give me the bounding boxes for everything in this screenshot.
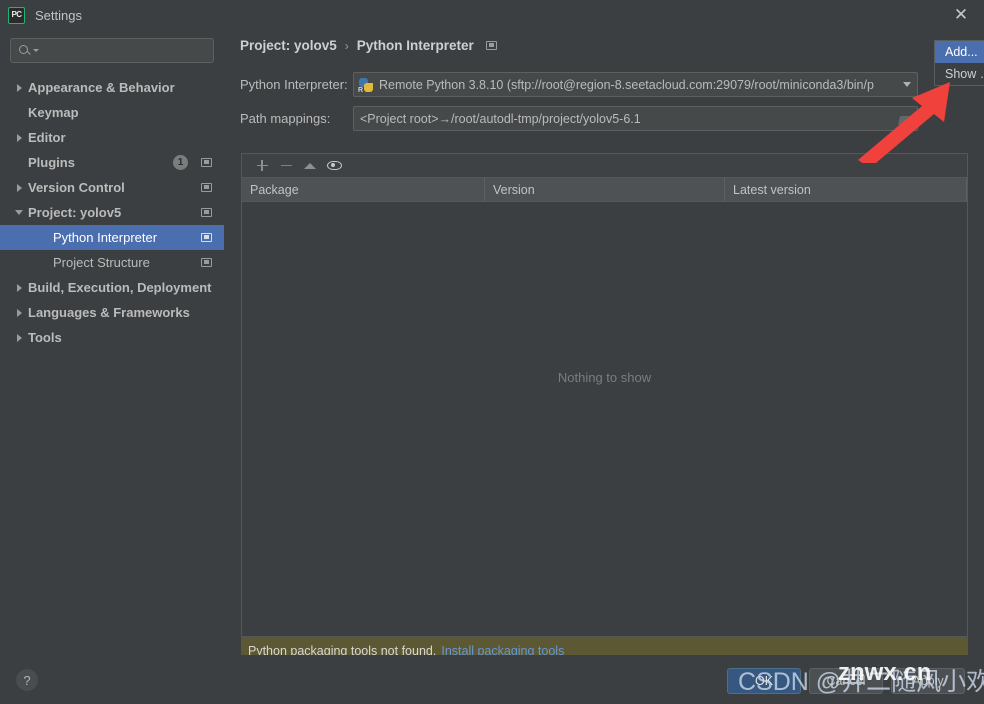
copy-settings-icon[interactable] [485,41,497,50]
sidebar-item-label: Keymap [28,105,79,120]
sidebar-item-label: Build, Execution, Deployment [28,280,212,295]
column-header[interactable]: Latest version [725,178,967,201]
copy-settings-icon[interactable] [201,208,212,217]
chevron-right-icon[interactable] [10,333,28,342]
sidebar-item-label: Editor [28,130,66,145]
chevron-right-icon[interactable] [10,283,28,292]
dialog-footer: ? OK Cancel Apply [0,655,984,704]
sidebar-item-version-control[interactable]: Version Control [0,175,224,200]
sidebar-search-wrap [0,38,224,63]
packages-toolbar [242,154,967,178]
path-mappings-value: <Project root>→/root/autodl-tmp/project/… [360,111,641,126]
window-title: Settings [35,7,82,23]
copy-settings-icon[interactable] [201,233,212,242]
sidebar-item-label: Python Interpreter [53,230,158,245]
chevron-down-icon [33,49,39,52]
add-package-icon[interactable] [250,155,274,177]
path-mappings-row: Path mappings: <Project root>→/root/auto… [240,106,918,131]
sidebar-item-keymap[interactable]: Keymap [0,100,224,125]
copy-settings-icon[interactable] [201,258,212,267]
chevron-down-icon[interactable] [10,210,28,215]
help-icon[interactable]: ? [16,669,38,691]
breadcrumb-root[interactable]: Project: yolov5 [240,38,337,53]
search-box[interactable] [10,38,214,63]
settings-dialog: PC Settings ✕ Appearance & Behavior Keyma… [0,0,984,704]
sidebar-item-label: Project: yolov5 [28,205,122,220]
upgrade-package-icon[interactable] [298,155,322,177]
show-early-releases-icon[interactable] [322,155,346,177]
chevron-right-icon[interactable] [10,83,28,92]
interpreter-value: Remote Python 3.8.10 (sftp://root@region… [379,77,874,92]
sidebar-item-label: Appearance & Behavior [28,80,175,95]
settings-tree: Appearance & Behavior Keymap Editor Plugins… [0,75,224,350]
interpreter-row: Python Interpreter: R Remote Python 3.8.… [240,72,918,97]
cancel-button[interactable]: Cancel [809,668,883,694]
sidebar-item-tools[interactable]: Tools [0,325,224,350]
sidebar-item-python-interpreter[interactable]: Python Interpreter [0,225,224,250]
sidebar-item-editor[interactable]: Editor [0,125,224,150]
copy-settings-icon[interactable] [201,183,212,192]
browse-folder-icon[interactable] [898,112,915,125]
empty-state-text: Nothing to show [557,370,652,385]
sidebar-item-languages-frameworks[interactable]: Languages & Frameworks [0,300,224,325]
sidebar-item-label: Tools [28,330,62,345]
chevron-right-icon[interactable] [10,308,28,317]
chevron-right-icon[interactable] [10,183,28,192]
breadcrumb: Project: yolov5 › Python Interpreter [240,38,497,53]
breadcrumb-separator-icon: › [344,38,349,53]
path-mappings-input[interactable]: <Project root>→/root/autodl-tmp/project/… [353,106,918,131]
python-remote-icon: R [358,77,373,94]
search-icon [18,44,32,58]
close-icon[interactable]: ✕ [938,0,984,30]
breadcrumb-leaf: Python Interpreter [356,38,474,53]
sidebar-item-project-yolov5[interactable]: Project: yolov5 [0,200,224,225]
chevron-down-icon[interactable] [897,82,917,87]
packages-table-body[interactable]: Nothing to show [242,202,967,635]
search-input[interactable] [42,43,213,58]
add-menu-item-add[interactable]: Add... [935,41,984,63]
interpreter-label: Python Interpreter: [240,77,348,92]
path-mappings-label: Path mappings: [240,111,331,126]
sidebar-item-label: Plugins [28,155,75,170]
sidebar-item-label: Project Structure [53,255,150,270]
pycharm-logo-icon: PC [8,6,25,24]
sidebar-item-label: Version Control [28,180,125,195]
window-titlebar: PC Settings ✕ [0,0,984,30]
interpreter-add-menu: Add...Show … [934,40,984,86]
apply-button[interactable]: Apply [891,668,965,694]
sidebar-item-appearance-behavior[interactable]: Appearance & Behavior [0,75,224,100]
sidebar-item-build-execution-deployment[interactable]: Build, Execution, Deployment [0,275,224,300]
settings-content: Project: yolov5 › Python Interpreter Pyt… [224,30,984,664]
copy-settings-icon[interactable] [201,158,212,167]
interpreter-combobox[interactable]: R Remote Python 3.8.10 (sftp://root@regi… [353,72,918,97]
remove-package-icon[interactable] [274,155,298,177]
sidebar-item-project-structure[interactable]: Project Structure [0,250,224,275]
settings-sidebar: Appearance & Behavior Keymap Editor Plugins… [0,30,224,655]
add-menu-item-show-all[interactable]: Show … [935,63,984,85]
column-header[interactable]: Package [242,178,485,201]
sidebar-item-plugins[interactable]: Plugins 1 [0,150,224,175]
chevron-right-icon[interactable] [10,133,28,142]
plugins-update-badge: 1 [173,155,188,170]
ok-button[interactable]: OK [727,668,801,694]
sidebar-item-label: Languages & Frameworks [28,305,190,320]
packages-panel: Package Version Latest version Nothing to … [241,153,968,637]
column-header[interactable]: Version [485,178,725,201]
packages-table-header: Package Version Latest version [242,178,967,202]
